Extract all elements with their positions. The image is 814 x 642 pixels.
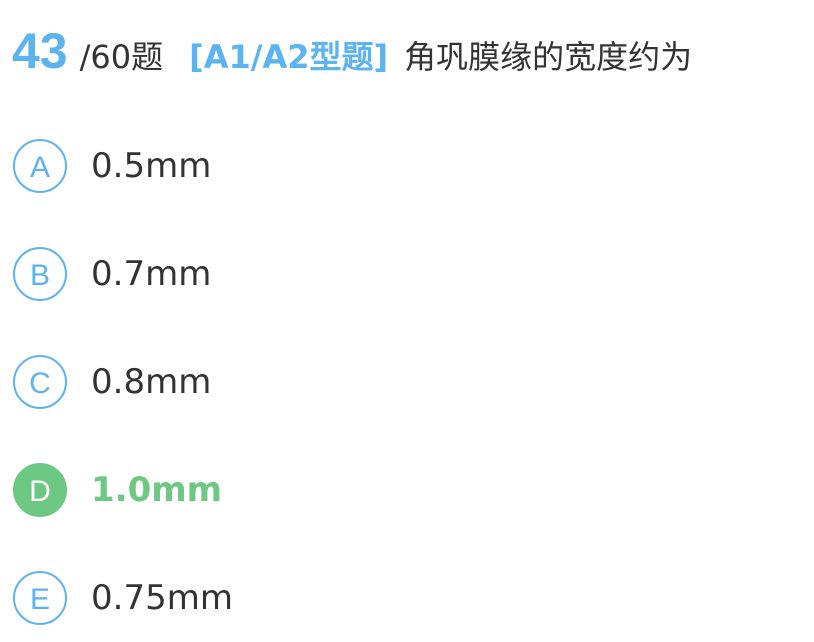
question-type-tag: [A1/A2型题] bbox=[189, 38, 389, 76]
question-header: 43 /60题 [A1/A2型题] 角巩膜缘的宽度约为 bbox=[12, 26, 692, 96]
option-text[interactable]: 0.7mm bbox=[91, 254, 211, 294]
option-c[interactable]: C 0.8mm bbox=[13, 355, 211, 409]
option-a[interactable]: A 0.5mm bbox=[13, 139, 211, 193]
option-text[interactable]: 1.0mm bbox=[91, 470, 222, 510]
option-letter-circle[interactable]: B bbox=[13, 247, 67, 301]
option-letter-circle[interactable]: E bbox=[13, 571, 67, 625]
option-text[interactable]: 0.5mm bbox=[91, 146, 211, 186]
question-number: 43 bbox=[12, 23, 68, 79]
option-e[interactable]: E 0.75mm bbox=[13, 571, 233, 625]
question-total: /60题 bbox=[79, 38, 164, 76]
option-b[interactable]: B 0.7mm bbox=[13, 247, 211, 301]
option-text[interactable]: 0.75mm bbox=[91, 578, 233, 618]
question-stem: 角巩膜缘的宽度约为 bbox=[404, 38, 693, 76]
option-d-correct[interactable]: D 1.0mm bbox=[13, 463, 222, 517]
option-letter-circle[interactable]: A bbox=[13, 139, 67, 193]
option-letter-circle[interactable]: D bbox=[13, 463, 67, 517]
option-text[interactable]: 0.8mm bbox=[91, 362, 211, 402]
option-letter-circle[interactable]: C bbox=[13, 355, 67, 409]
